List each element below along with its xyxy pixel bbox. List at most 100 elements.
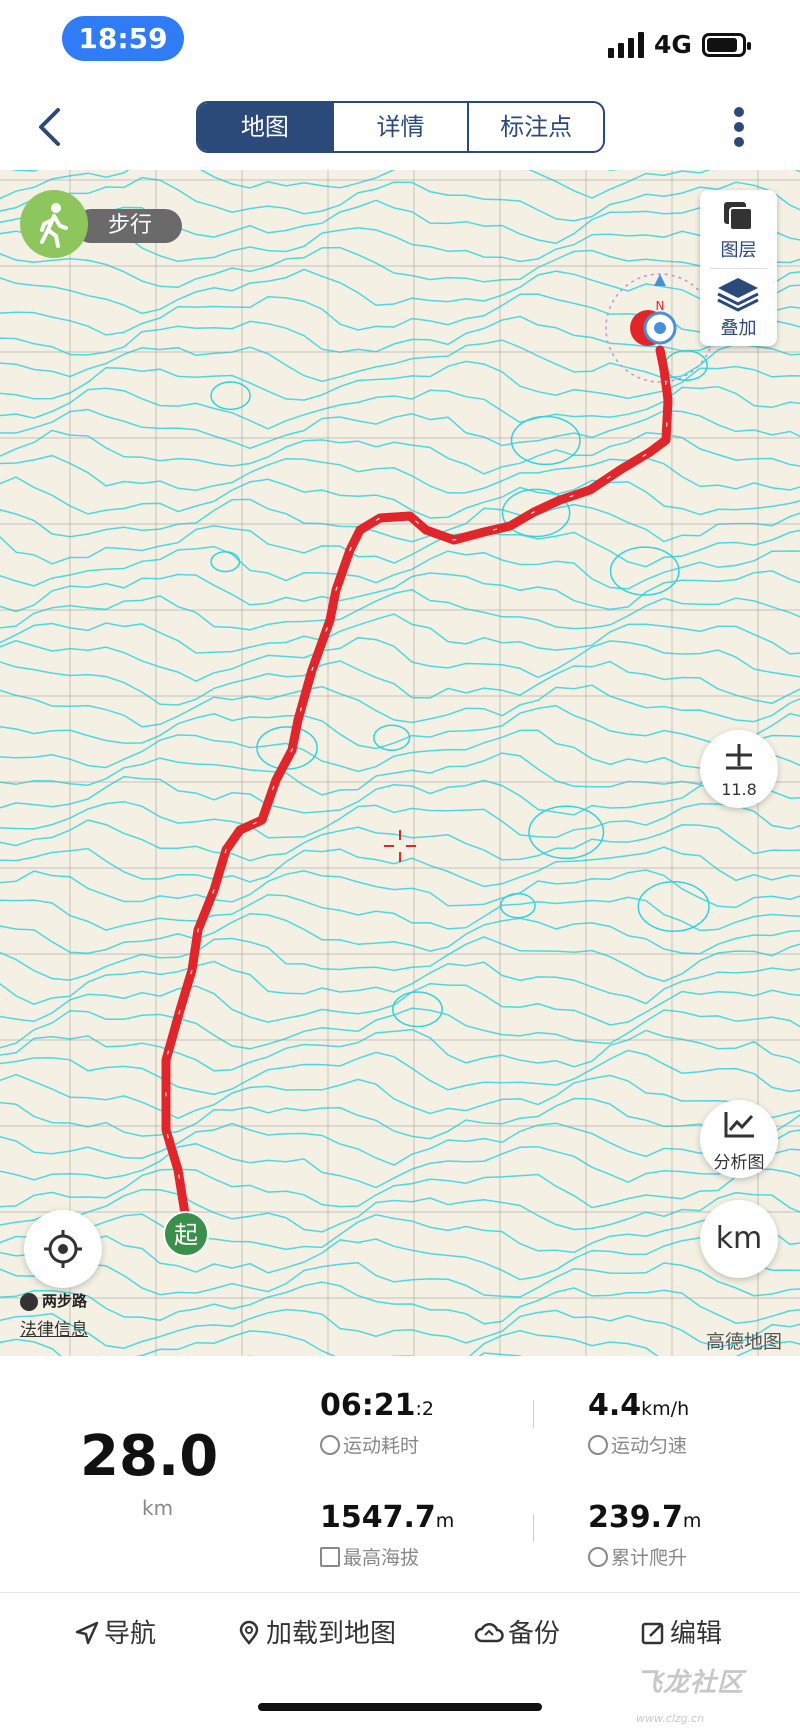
topographic-map: 起 N — [0, 170, 800, 1356]
zoom-icon — [726, 744, 752, 770]
start-marker-icon: 起 — [163, 1211, 209, 1257]
tab-details[interactable]: 详情 — [334, 103, 470, 151]
walking-icon — [20, 190, 88, 258]
load-to-map-button[interactable]: 加载到地图 — [236, 1613, 396, 1650]
max-altitude-stat: 1547.7m 最高海拔 — [320, 1500, 455, 1569]
overlay-label: 叠加 — [720, 318, 757, 339]
contour-line — [0, 525, 800, 568]
map-view[interactable]: 起 N 步行 图层 叠加 11.8 分析图 km 两步路 法律信息 高德地图 — [0, 170, 800, 1356]
contour-lines — [0, 170, 800, 1356]
contour-line — [0, 1007, 800, 1050]
contour-line — [0, 1122, 800, 1166]
contour-line — [0, 429, 800, 475]
contour-line — [0, 869, 800, 909]
edit-button[interactable]: 编辑 — [640, 1613, 722, 1650]
contour-line — [0, 385, 800, 430]
network-label: 4G — [654, 30, 692, 59]
contour-line — [0, 1281, 800, 1325]
chevron-left-icon — [39, 108, 60, 146]
contour-line — [0, 545, 800, 590]
legal-info-link[interactable]: 法律信息 — [20, 1315, 88, 1340]
backup-button[interactable]: 备份 — [474, 1613, 560, 1650]
watermark: 飞龙社区 www.clzg.cn — [636, 1668, 745, 1725]
contour-line — [0, 360, 800, 401]
layers-button[interactable]: 图层 — [700, 190, 777, 268]
layers-icon — [724, 202, 753, 231]
contour-ring — [637, 880, 710, 932]
contour-line — [0, 1260, 800, 1298]
contour-line — [0, 1188, 800, 1233]
navigate-arrow-icon — [20, 1292, 38, 1311]
arrow-up-circle-icon — [588, 1547, 608, 1567]
contour-line — [0, 293, 800, 336]
home-indicator — [258, 1703, 542, 1711]
cloud-upload-icon — [474, 1623, 504, 1643]
crosshair-icon — [384, 830, 416, 862]
layers-label: 图层 — [720, 240, 757, 261]
climb-stat: 239.7m 累计爬升 — [588, 1500, 702, 1569]
contour-line — [0, 752, 800, 796]
contour-line — [0, 1049, 800, 1096]
target-icon — [44, 1230, 82, 1268]
contour-line — [0, 1028, 800, 1072]
north-label: N — [656, 299, 665, 313]
mountain-icon — [320, 1547, 340, 1567]
app-logo-label: 两步路 — [20, 1290, 87, 1311]
nav-bar: 地图 详情 标注点 — [0, 80, 800, 170]
analysis-chart-label: 分析图 — [713, 1153, 765, 1173]
contour-line — [0, 1097, 800, 1140]
analysis-chart-button[interactable]: 分析图 — [700, 1100, 778, 1178]
contour-line — [0, 454, 800, 494]
distance-value: 28.0 — [80, 1424, 219, 1489]
speed-stat: 4.4km/h 运动匀速 — [588, 1388, 690, 1457]
battery-icon — [702, 33, 751, 57]
tab-markers[interactable]: 标注点 — [469, 103, 603, 151]
contour-line — [0, 339, 800, 383]
contour-ring — [210, 550, 241, 573]
clock-icon — [320, 1435, 340, 1455]
contour-line — [0, 1073, 800, 1120]
svg-text:起: 起 — [174, 1221, 198, 1249]
contour-line — [0, 570, 800, 613]
unit-button[interactable]: km — [700, 1200, 778, 1278]
contour-line — [0, 636, 800, 683]
contour-line — [0, 315, 800, 356]
status-time: 18:59 — [62, 16, 184, 61]
stats-panel: 28.0 km 06:21:2 运动耗时 4.4km/h 运动匀速 1547.7… — [0, 1356, 800, 1592]
contour-line — [0, 1213, 800, 1254]
end-marker-icon — [630, 310, 677, 346]
zoom-level: 11.8 — [721, 780, 757, 799]
contour-line — [0, 268, 800, 315]
zoom-button[interactable]: 11.8 — [700, 730, 778, 808]
contour-ring — [210, 381, 251, 411]
contour-ring — [373, 724, 411, 751]
layer-panel: 图层 叠加 — [700, 190, 777, 346]
navigate-icon — [75, 1621, 99, 1645]
contour-line — [0, 1329, 800, 1356]
view-tabs: 地图 详情 标注点 — [196, 101, 605, 153]
contour-line — [0, 729, 800, 773]
map-provider-label: 高德地图 — [706, 1331, 783, 1353]
navigate-button[interactable]: 导航 — [74, 1613, 156, 1650]
duration-stat: 06:21:2 运动耗时 — [320, 1388, 434, 1457]
contour-line — [0, 613, 800, 655]
contour-line — [0, 246, 800, 289]
map-pin-icon — [239, 1620, 259, 1645]
locate-button[interactable] — [24, 1210, 102, 1288]
contour-line — [0, 170, 800, 200]
overlay-icon — [717, 278, 759, 312]
signal-icon — [608, 32, 644, 58]
travel-mode-label: 步行 — [74, 209, 182, 243]
action-bar: 导航 加载到地图 备份 编辑 — [0, 1592, 800, 1664]
back-button[interactable] — [28, 102, 78, 152]
contour-line — [0, 1142, 800, 1189]
overlay-button[interactable]: 叠加 — [700, 268, 777, 346]
more-icon[interactable] — [724, 104, 754, 154]
edit-icon — [641, 1622, 664, 1645]
contour-ring — [510, 415, 581, 466]
contour-line — [0, 684, 800, 728]
status-bar: 18:59 4G — [0, 0, 800, 80]
tab-map[interactable]: 地图 — [198, 103, 334, 151]
contour-line — [0, 660, 800, 706]
line-chart-icon — [724, 1112, 754, 1138]
